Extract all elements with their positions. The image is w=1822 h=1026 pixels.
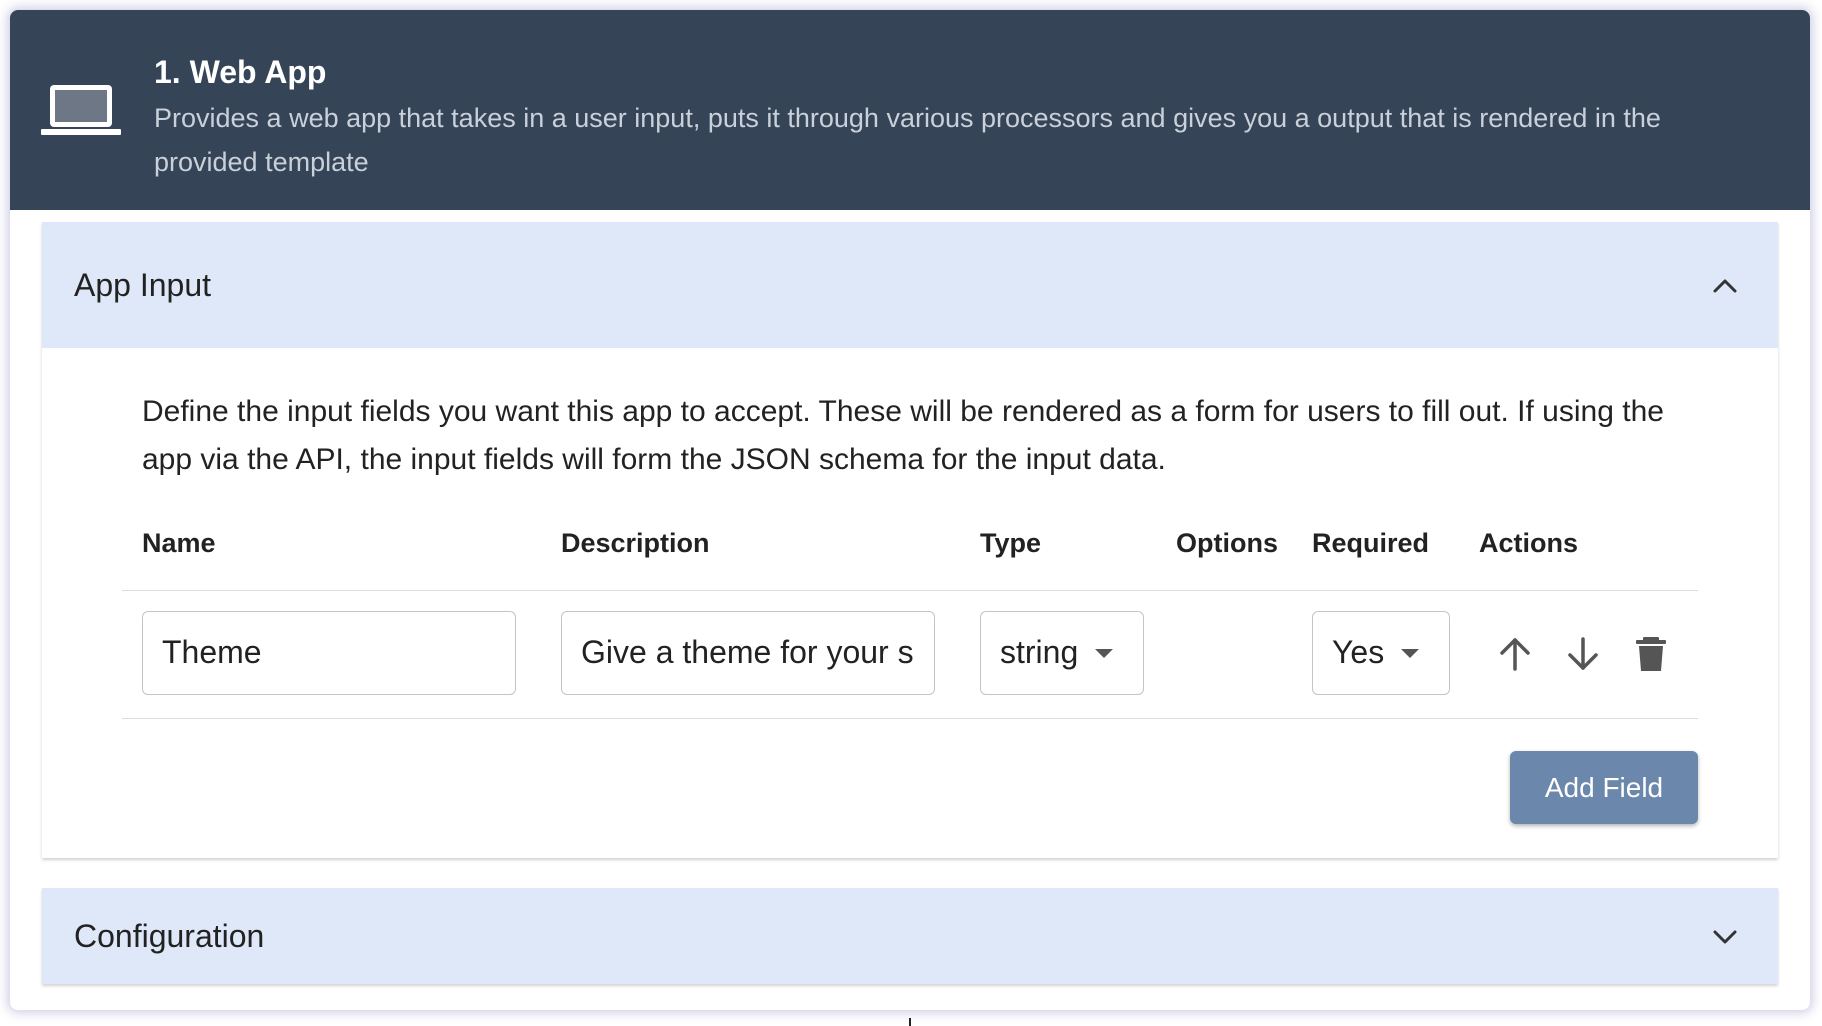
field-required-value: Yes	[1332, 634, 1385, 670]
caret-down-icon	[1095, 649, 1113, 658]
trash-icon[interactable]	[1632, 635, 1670, 673]
app-input-title: App Input	[74, 267, 211, 303]
chevron-down-icon[interactable]	[1712, 924, 1738, 950]
app-input-panel: App Input Define the input fields you wa…	[42, 222, 1778, 858]
add-field-button[interactable]: Add Field	[1510, 751, 1698, 824]
app-title: 1. Web App	[154, 54, 327, 90]
text-cursor	[909, 1018, 911, 1026]
laptop-icon	[41, 85, 121, 135]
configuration-title: Configuration	[74, 918, 265, 954]
app-input-intro: Define the input fields you want this ap…	[142, 395, 1664, 476]
column-header-description: Description	[561, 528, 710, 558]
configuration-panel: Configuration	[42, 888, 1778, 984]
configuration-header[interactable]: Configuration	[42, 888, 1778, 984]
table-divider	[122, 718, 1698, 719]
caret-down-icon	[1401, 649, 1419, 658]
app-description: Provides a web app that takes in a user …	[154, 103, 1661, 177]
column-header-required: Required	[1312, 528, 1430, 558]
chevron-up-icon[interactable]	[1712, 273, 1738, 299]
table-divider	[122, 590, 1698, 591]
app-card: 1. Web App Provides a web app that takes…	[10, 10, 1810, 1010]
arrow-up-icon[interactable]	[1496, 635, 1534, 673]
field-type-value: string	[1000, 634, 1079, 670]
app-input-header[interactable]: App Input	[42, 222, 1778, 348]
field-description-input[interactable]: Give a theme for your s	[561, 611, 935, 695]
field-type-select[interactable]: string	[980, 611, 1144, 695]
column-header-name: Name	[142, 528, 216, 558]
app-header: 1. Web App Provides a web app that takes…	[10, 10, 1810, 210]
arrow-down-icon[interactable]	[1564, 635, 1602, 673]
app-input-body: Define the input fields you want this ap…	[42, 348, 1778, 858]
column-header-type: Type	[980, 528, 1042, 558]
column-header-actions: Actions	[1479, 528, 1579, 558]
field-name-input[interactable]: Theme	[142, 611, 516, 695]
field-required-select[interactable]: Yes	[1312, 611, 1450, 695]
column-header-options: Options	[1176, 528, 1278, 558]
